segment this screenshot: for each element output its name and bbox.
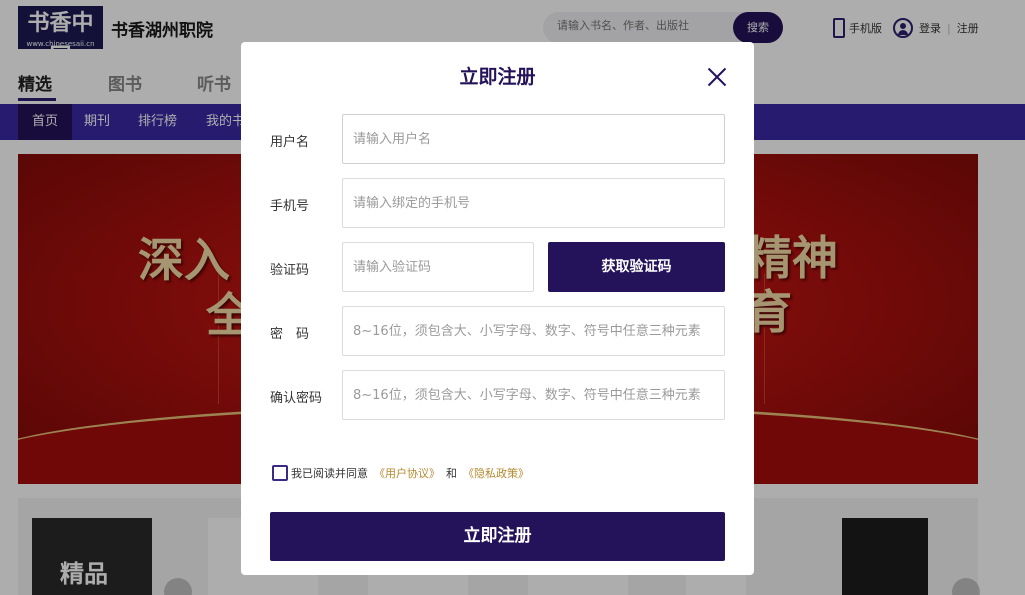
verification-code-input[interactable] <box>342 242 534 292</box>
close-icon[interactable] <box>707 67 727 87</box>
confirm-password-label: 确认密码 <box>270 391 323 406</box>
phone-label: 手机号 <box>270 199 310 214</box>
confirm-password-input[interactable] <box>342 370 725 420</box>
agreement-row: 我已阅读并同意 《用户协议》 和 《隐私政策》 <box>272 464 529 482</box>
agreement-checkbox[interactable] <box>272 465 288 481</box>
phone-input[interactable] <box>342 178 725 228</box>
agreement-conjunction: 和 <box>446 467 457 480</box>
verification-code-label: 验证码 <box>270 263 310 278</box>
agreement-text: 我已阅读并同意 <box>291 467 368 480</box>
username-input[interactable] <box>342 114 725 164</box>
dialog-title: 立即注册 <box>459 66 536 88</box>
privacy-policy-link[interactable]: 《隐私政策》 <box>463 465 529 481</box>
user-agreement-link[interactable]: 《用户协议》 <box>374 465 440 481</box>
password-input[interactable] <box>342 306 725 356</box>
password-label: 密 码 <box>270 327 310 342</box>
username-label: 用户名 <box>270 135 310 150</box>
register-dialog: 立即注册 用户名 手机号 验证码 获取验证码 密 码 确认密码 我已阅读并同意 … <box>241 42 754 575</box>
register-submit-button[interactable]: 立即注册 <box>270 512 725 561</box>
get-verification-code-button[interactable]: 获取验证码 <box>548 242 725 292</box>
